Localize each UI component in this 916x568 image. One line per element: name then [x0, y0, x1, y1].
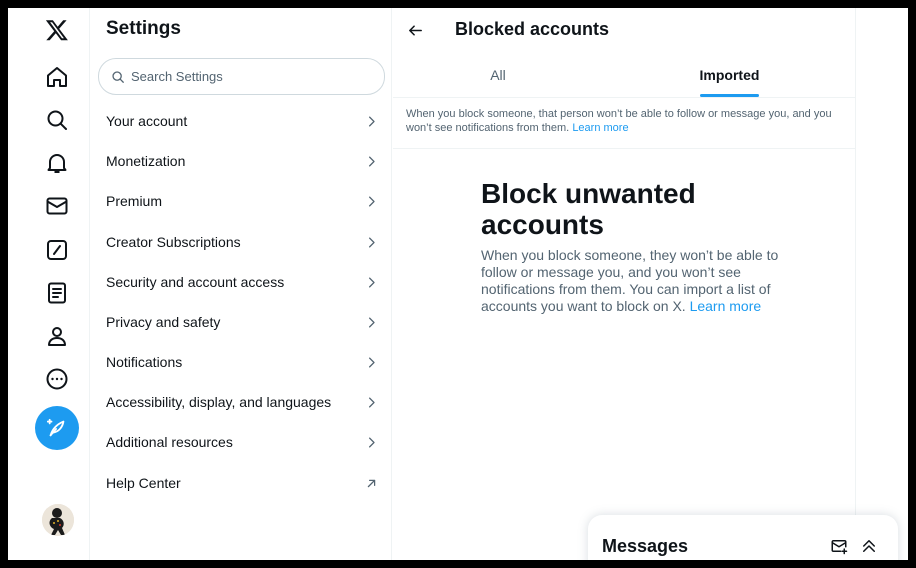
settings-item-creator-subscriptions[interactable]: Creator Subscriptions — [91, 222, 391, 262]
external-arrow-icon — [367, 479, 376, 487]
primary-nav — [8, 8, 90, 560]
chevron-right-icon — [369, 397, 375, 407]
settings-title: Settings — [106, 18, 181, 39]
settings-item-label: Monetization — [106, 153, 186, 169]
search-icon[interactable] — [35, 98, 79, 142]
back-button[interactable] — [403, 18, 427, 42]
messages-envelope-icon[interactable] — [35, 184, 79, 228]
settings-item-label: Notifications — [106, 354, 183, 370]
chevron-right-icon — [369, 277, 375, 287]
divider — [393, 148, 856, 149]
search-settings-input[interactable] — [131, 69, 371, 84]
notifications-bell-icon[interactable] — [35, 141, 79, 185]
search-settings-field[interactable] — [98, 58, 385, 95]
empty-state-text: When you block someone, they won’t be ab… — [481, 247, 781, 315]
chevron-right-icon — [369, 196, 375, 206]
profile-icon[interactable] — [35, 314, 79, 358]
info-learn-more-link[interactable]: Learn more — [572, 122, 628, 134]
search-icon — [112, 70, 124, 83]
avatar[interactable] — [42, 504, 74, 536]
settings-item-monetization[interactable]: Monetization — [91, 141, 391, 181]
settings-item-help-center[interactable]: Help Center — [91, 463, 391, 503]
settings-item-your-account[interactable]: Your account — [91, 101, 391, 141]
x-logo-icon[interactable] — [35, 8, 79, 52]
settings-item-premium[interactable]: Premium — [91, 181, 391, 221]
post-feather-icon — [46, 418, 65, 437]
empty-learn-more-link[interactable]: Learn more — [690, 298, 762, 314]
home-icon[interactable] — [35, 55, 79, 99]
settings-item-label: Security and account access — [106, 274, 285, 290]
chevron-right-icon — [369, 317, 375, 327]
settings-item-label: Help Center — [106, 475, 181, 491]
messages-drawer[interactable]: Messages — [588, 515, 898, 560]
settings-item-label: Privacy and safety — [106, 314, 221, 330]
post-compose-button[interactable] — [35, 406, 79, 450]
chevron-right-icon — [369, 437, 375, 447]
chevron-right-icon — [369, 357, 375, 367]
settings-column: Settings Your account Monetization Premi… — [91, 8, 392, 560]
settings-item-privacy[interactable]: Privacy and safety — [91, 302, 391, 342]
new-message-button[interactable] — [828, 535, 850, 557]
settings-item-additional-resources[interactable]: Additional resources — [91, 422, 391, 462]
divider — [393, 97, 856, 98]
tab-all[interactable]: All — [393, 52, 603, 97]
settings-item-label: Premium — [106, 193, 163, 209]
page-title: Blocked accounts — [455, 19, 610, 39]
app-window: Settings Your account Monetization Premi… — [8, 8, 908, 560]
chevron-right-icon — [369, 116, 375, 126]
settings-item-accessibility[interactable]: Accessibility, display, and languages — [91, 382, 391, 422]
messages-title: Messages — [602, 536, 689, 556]
new-message-icon — [831, 540, 848, 555]
tab-imported[interactable]: Imported — [647, 52, 812, 97]
back-arrow-icon — [408, 24, 422, 36]
block-info-text: When you block someone, that person won’… — [406, 107, 846, 135]
grok-icon[interactable] — [35, 228, 79, 272]
settings-item-security[interactable]: Security and account access — [91, 262, 391, 302]
settings-item-label: Your account — [106, 113, 188, 129]
settings-item-label: Accessibility, display, and languages — [106, 394, 332, 410]
settings-item-label: Creator Subscriptions — [106, 234, 241, 250]
chevron-right-icon — [369, 237, 375, 247]
settings-item-label: Additional resources — [106, 434, 233, 450]
lists-icon[interactable] — [35, 271, 79, 315]
blocked-accounts-panel: Blocked accounts All Imported When you b… — [393, 8, 856, 560]
chevron-right-icon — [369, 156, 375, 166]
collapse-messages-button[interactable] — [858, 535, 880, 557]
settings-item-notifications[interactable]: Notifications — [91, 342, 391, 382]
empty-state-title: Block unwanted accounts — [481, 178, 696, 240]
double-chevron-up-icon — [863, 540, 875, 552]
more-icon[interactable] — [35, 357, 79, 401]
